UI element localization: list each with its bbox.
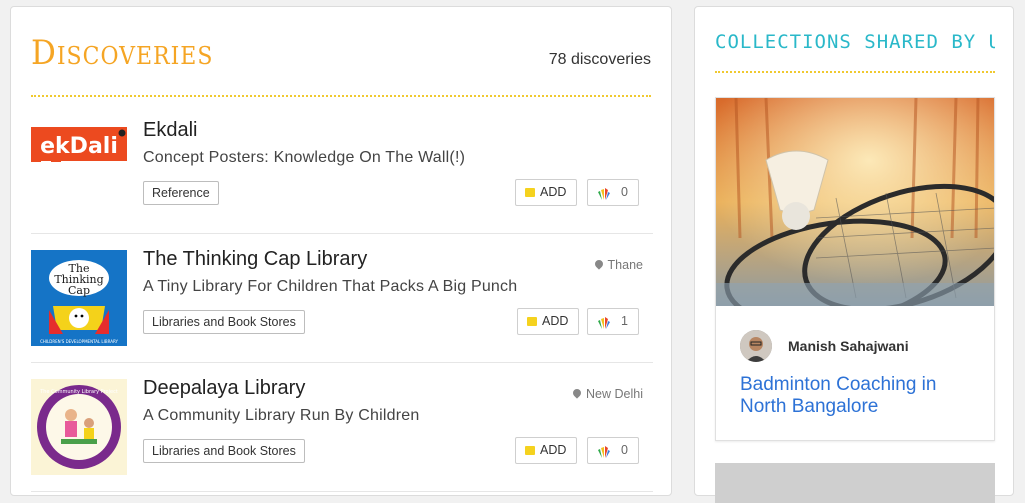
like-button[interactable]: 0 [587, 437, 639, 464]
discoveries-header: Discoveries 78 discoveries [31, 29, 651, 97]
item-description: A Community Library Run By Children [143, 407, 420, 424]
collections-panel: COLLECTIONS SHARED BY USERS [694, 6, 1014, 503]
add-label: ADD [542, 314, 569, 328]
thinking-cap-logo-sub: CHILDREN'S DEVELOPMENTAL LIBRARY [40, 339, 118, 344]
add-icon [525, 188, 535, 197]
like-count: 0 [621, 185, 628, 199]
like-count: 0 [621, 443, 628, 457]
location-pin-icon [571, 387, 583, 399]
ekdali-logo-text: ekDali [40, 134, 118, 159]
item-title[interactable]: The Thinking Cap Library [143, 248, 367, 271]
location: Thane [592, 258, 643, 272]
like-hand-icon [598, 188, 610, 200]
list-item[interactable]: The Community Library Project Deepalaya … [31, 363, 653, 492]
community-library-logo[interactable]: The Community Library Project [31, 379, 127, 475]
like-hand-icon [598, 317, 610, 329]
ekdali-logo[interactable]: ekDali [31, 121, 127, 217]
discoveries-panel: Discoveries 78 discoveries ekDali Ekdali… [10, 6, 672, 496]
avatar[interactable] [740, 330, 772, 362]
add-button[interactable]: ADD [515, 179, 577, 206]
list-item[interactable]: The Thinking Cap CHILDREN'S DEVELOPMENTA… [31, 234, 653, 363]
add-button[interactable]: ADD [515, 437, 577, 464]
item-description: A Tiny Library For Children That Packs A… [143, 278, 518, 295]
svg-text:Cap: Cap [68, 284, 90, 297]
author-name[interactable]: Manish Sahajwani [788, 338, 909, 354]
category-tag[interactable]: Reference [143, 181, 219, 205]
location-label: New Delhi [586, 387, 643, 401]
location: New Delhi [571, 387, 643, 401]
add-label: ADD [540, 185, 567, 199]
add-label: ADD [540, 443, 567, 457]
page-title: Discoveries [31, 33, 214, 73]
item-title[interactable]: Ekdali [143, 119, 197, 142]
add-icon [525, 446, 535, 455]
location-label: Thane [607, 258, 643, 272]
add-button[interactable]: ADD [517, 308, 579, 335]
thinking-cap-logo[interactable]: The Thinking Cap CHILDREN'S DEVELOPMENTA… [31, 250, 127, 346]
list-item[interactable]: ekDali Ekdali Concept Posters: Knowledge… [31, 105, 653, 234]
community-library-logo-text: The Community Library Project [39, 389, 118, 395]
like-button[interactable]: 0 [587, 179, 639, 206]
like-button[interactable]: 1 [587, 308, 639, 335]
collection-card[interactable] [715, 463, 995, 503]
item-title[interactable]: Deepalaya Library [143, 377, 305, 400]
collection-image[interactable] [716, 98, 994, 306]
category-tag[interactable]: Libraries and Book Stores [143, 439, 305, 463]
collection-card[interactable]: Manish Sahajwani Badminton Coaching in N… [715, 97, 995, 441]
location-pin-icon [592, 258, 605, 270]
collection-title-link[interactable]: Badminton Coaching in North Bangalore [740, 374, 980, 418]
add-icon [527, 317, 537, 326]
like-hand-icon [598, 446, 610, 458]
collections-title: COLLECTIONS SHARED BY USERS [715, 31, 995, 73]
category-tag[interactable]: Libraries and Book Stores [143, 310, 305, 334]
discoveries-count: 78 discoveries [548, 51, 651, 68]
item-description: Concept Posters: Knowledge On The Wall(!… [143, 149, 466, 166]
like-count: 1 [621, 314, 628, 328]
